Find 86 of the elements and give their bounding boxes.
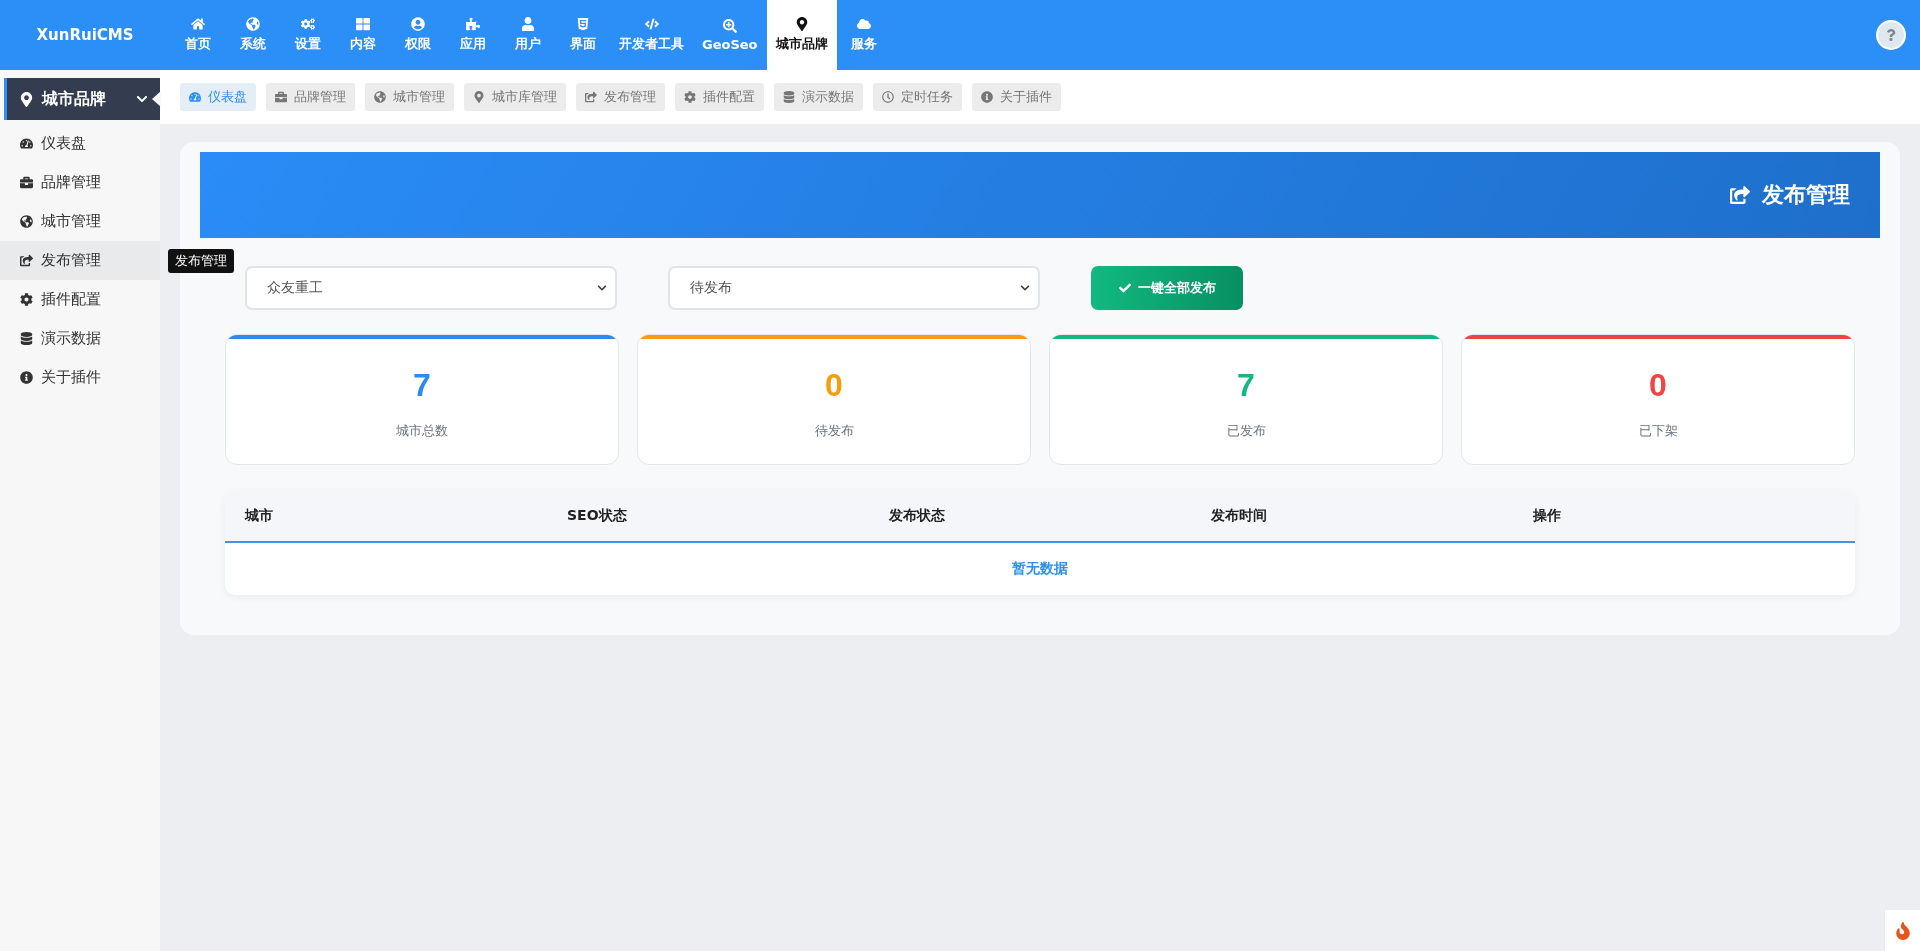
- user-icon: [520, 17, 535, 31]
- tab[interactable]: 演示数据: [774, 83, 863, 111]
- database-icon: [783, 91, 795, 103]
- tab[interactable]: 关于插件: [972, 83, 1061, 111]
- nav-item[interactable]: 设置: [280, 0, 335, 70]
- briefcase-icon: [275, 91, 287, 103]
- logo: XunRuiCMS: [35, 25, 135, 46]
- gears-icon: [300, 17, 315, 31]
- question-icon: [1885, 29, 1897, 41]
- sidebar-item[interactable]: 仪表盘: [0, 124, 160, 163]
- database-icon: [20, 332, 33, 345]
- publish-all-button[interactable]: 一键全部发布: [1091, 266, 1243, 310]
- avatar[interactable]: [1876, 20, 1906, 50]
- select-field[interactable]: 待发布: [668, 266, 1040, 310]
- share-icon: [20, 254, 33, 267]
- fire-icon: [1893, 921, 1912, 940]
- check-icon: [1118, 282, 1131, 294]
- column-header: 城市: [245, 507, 274, 525]
- chevron-icon: [1020, 283, 1030, 293]
- empty-message: 暂无数据: [1012, 560, 1068, 578]
- code-icon: [644, 17, 659, 31]
- dashboard-icon: [189, 91, 201, 103]
- banner-title: 发布管理: [1762, 181, 1850, 209]
- grid-icon: [355, 17, 370, 31]
- fire-button[interactable]: [1885, 910, 1920, 951]
- tab[interactable]: 发布管理: [576, 83, 665, 111]
- html5-icon: [575, 17, 590, 31]
- globe-icon: [245, 17, 260, 31]
- stat-value: 7: [413, 367, 431, 404]
- tab[interactable]: 品牌管理: [266, 83, 355, 111]
- nav-item[interactable]: 内容: [335, 0, 390, 70]
- nav-item[interactable]: GeoSeo: [693, 0, 767, 70]
- stat-value: 7: [1237, 367, 1255, 404]
- sidebar-header[interactable]: 城市品牌: [4, 78, 160, 120]
- select-field[interactable]: 众友重工: [245, 266, 617, 310]
- nav-item[interactable]: 服务: [836, 0, 892, 70]
- nav-item[interactable]: 首页: [170, 0, 225, 70]
- globe-icon: [20, 215, 33, 228]
- stat-value: 0: [1649, 367, 1667, 404]
- chevron-icon: [597, 283, 607, 293]
- tab[interactable]: 城市管理: [365, 83, 454, 111]
- nav-item[interactable]: 界面: [555, 0, 610, 70]
- briefcase-icon: [20, 176, 33, 189]
- column-header: SEO状态: [567, 507, 628, 525]
- sidebar-title: 城市品牌: [42, 88, 106, 110]
- sidebar-item[interactable]: 品牌管理: [0, 163, 160, 202]
- column-header: 发布时间: [1211, 507, 1268, 525]
- tab[interactable]: 定时任务: [873, 83, 962, 111]
- sidebar-item[interactable]: 城市管理: [0, 202, 160, 241]
- tab[interactable]: 插件配置: [675, 83, 764, 111]
- stat-label: 已下架: [1638, 422, 1678, 440]
- settings-icon: [684, 91, 696, 103]
- sidebar-item[interactable]: 关于插件: [0, 358, 160, 397]
- clock-icon: [882, 91, 894, 103]
- stat-label: 已发布: [1226, 422, 1266, 440]
- home-icon: [190, 17, 205, 31]
- sidebar-item[interactable]: 插件配置: [0, 280, 160, 319]
- share-icon: [1730, 185, 1750, 205]
- dashboard-icon: [20, 137, 33, 150]
- nav-item[interactable]: 系统: [225, 0, 280, 70]
- sidebar-item[interactable]: 演示数据: [0, 319, 160, 358]
- cloud-icon: [857, 17, 872, 31]
- map-pin-icon: [19, 91, 34, 107]
- settings-icon: [20, 293, 33, 306]
- stat-value: 0: [825, 367, 843, 404]
- column-header: 发布状态: [889, 507, 946, 525]
- stat-label: 城市总数: [396, 422, 448, 440]
- nav-item[interactable]: 用户: [500, 0, 555, 70]
- tab[interactable]: 仪表盘: [180, 83, 256, 111]
- tooltip: 发布管理: [168, 249, 234, 273]
- share-icon: [585, 91, 597, 103]
- nav-item[interactable]: 城市品牌: [766, 0, 837, 70]
- nav-item[interactable]: 权限: [390, 0, 445, 70]
- stat-label: 待发布: [814, 422, 854, 440]
- zoom-icon: [722, 18, 737, 33]
- map-pin-icon: [473, 91, 485, 103]
- info-icon: [981, 91, 993, 103]
- map-pin-icon: [794, 17, 809, 31]
- nav-item[interactable]: 应用: [445, 0, 500, 70]
- info-icon: [20, 371, 33, 384]
- chevron-icon: [136, 93, 148, 105]
- column-header: 操作: [1533, 507, 1562, 525]
- nav-item[interactable]: 开发者工具: [610, 0, 693, 70]
- tab[interactable]: 城市库管理: [464, 83, 566, 111]
- globe-icon: [374, 91, 386, 103]
- puzzle-icon: [465, 17, 480, 31]
